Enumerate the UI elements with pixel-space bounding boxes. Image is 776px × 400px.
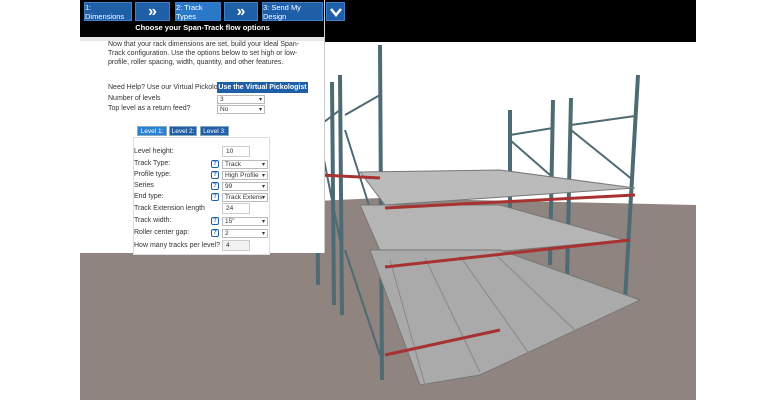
extension-length-label: Track Extension length	[134, 205, 205, 212]
tab-level-2[interactable]: Level 2:	[169, 126, 197, 136]
virtual-pickologist-button[interactable]: Use the Virtual Pickologist	[217, 82, 308, 93]
options-panel: Choose your Span-Track flow options Now …	[80, 0, 325, 255]
profile-type-label: Profile type:	[134, 171, 171, 178]
track-type-label: Track Type:	[134, 160, 171, 167]
help-icon[interactable]: ?	[211, 182, 219, 190]
collapse-panel-button[interactable]	[326, 2, 345, 21]
series-label: Series	[134, 182, 154, 189]
help-icon[interactable]: ?	[211, 229, 219, 237]
step-track-types[interactable]: 2: Track Types	[175, 2, 221, 21]
levels-select[interactable]: 3	[217, 95, 265, 104]
level-height-input[interactable]: 10	[222, 146, 250, 157]
end-type-select[interactable]: Track Extens	[222, 193, 268, 202]
help-icon[interactable]: ?	[211, 193, 219, 201]
roller-gap-label: Roller center gap:	[134, 229, 190, 236]
track-width-select[interactable]: 15"	[222, 217, 268, 226]
chevron-down-icon	[329, 7, 342, 17]
help-label: Need Help? Use our Virtual Pickologist	[108, 84, 229, 91]
tab-level-3[interactable]: Level 3:	[200, 126, 229, 136]
double-chevron-right-icon: »	[224, 2, 258, 21]
configurator-app: Choose your Span-Track flow options Now …	[80, 0, 696, 400]
series-select[interactable]: 99	[222, 182, 268, 191]
profile-type-select[interactable]: High Profile	[222, 171, 268, 180]
tracks-per-level-label: How many tracks per level?	[134, 242, 220, 249]
extension-length-input[interactable]: 24	[222, 203, 250, 214]
track-type-select[interactable]: Track	[222, 160, 268, 169]
return-feed-label: Top level as a return feed?	[108, 105, 191, 112]
help-icon[interactable]: ?	[211, 160, 219, 168]
end-type-label: End type:	[134, 193, 164, 200]
double-chevron-right-icon: »	[135, 2, 170, 21]
tracks-per-level-value: 4	[222, 240, 250, 251]
level-form: Level height: 10 Track Type: ? Track Pro…	[133, 137, 270, 255]
intro-text: Now that your rack dimensions are set, b…	[108, 41, 300, 66]
step-send-design[interactable]: 3: Send My Design	[262, 2, 323, 21]
return-feed-select[interactable]: No	[217, 105, 265, 114]
help-icon[interactable]: ?	[211, 171, 219, 179]
track-width-label: Track width:	[134, 217, 172, 224]
step-dimensions[interactable]: 1: Dimensions	[84, 2, 132, 21]
help-icon[interactable]: ?	[211, 217, 219, 225]
level-height-label: Level height:	[134, 148, 174, 155]
levels-label: Number of levels	[108, 95, 161, 102]
roller-gap-select[interactable]: 2	[222, 229, 268, 238]
panel-title: Choose your Span-Track flow options	[135, 23, 270, 32]
tab-level-1[interactable]: Level 1:	[137, 126, 167, 136]
